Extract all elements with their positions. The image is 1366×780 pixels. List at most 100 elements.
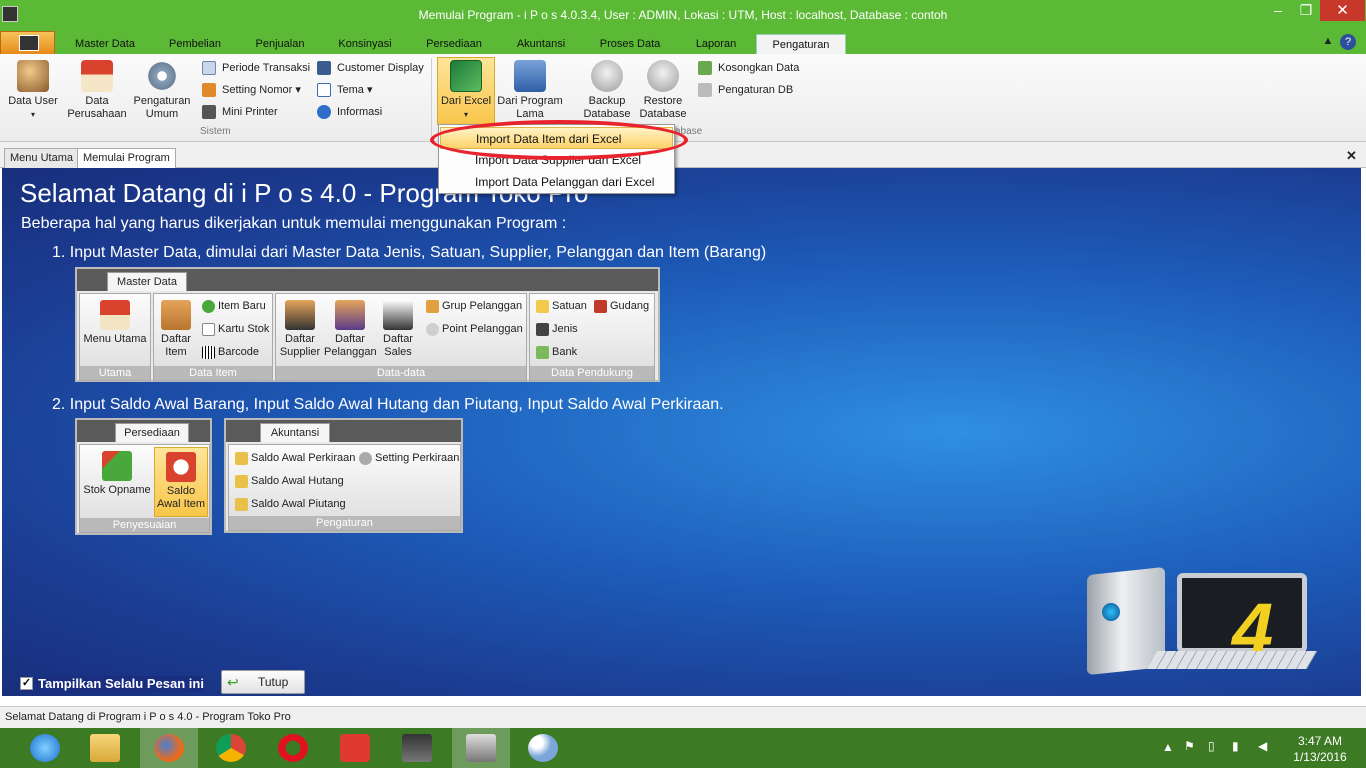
cash-register-icon	[514, 60, 546, 92]
panel-tab-persediaan: Persediaan	[115, 423, 189, 442]
database-settings-icon	[698, 83, 712, 97]
barcode-item: Barcode	[202, 344, 259, 360]
taskbar-ipos-button[interactable]	[452, 728, 510, 768]
unit-box-icon	[536, 300, 549, 313]
add-balance-icon	[235, 475, 248, 488]
daftar-item-item: Daftar Item	[156, 300, 196, 359]
saldo-awal-piutang-item: Saldo Awal Piutang	[235, 496, 346, 512]
tab-proses-data[interactable]: Proses Data	[590, 34, 670, 54]
tab-akuntansi[interactable]: Akuntansi	[506, 34, 576, 54]
clock-date: 1/13/2016	[1293, 750, 1347, 764]
taskbar-ie-button[interactable]	[16, 728, 74, 768]
restore-database-button[interactable]: Restore Database	[636, 60, 690, 121]
mini-printer-button[interactable]: Mini Printer	[202, 104, 278, 120]
dari-program-lama-button[interactable]: Dari Program Lama	[497, 60, 563, 121]
group-data-pendukung: Satuan Gudang Jenis Bank Data Pendukung	[529, 293, 655, 381]
group-label-data-item: Data Item	[154, 366, 272, 380]
ipos-logo-icon	[19, 35, 39, 51]
tab-penjualan[interactable]: Penjualan	[244, 34, 316, 54]
minimize-button[interactable]: –	[1264, 0, 1292, 21]
kartu-stok-item: Kartu Stok	[202, 321, 269, 337]
data-perusahaan-button[interactable]: Data Perusahaan	[66, 60, 128, 121]
backup-database-button[interactable]: Backup Database	[580, 60, 634, 121]
dari-excel-content: Dari Excel ▾	[438, 60, 494, 121]
akuntansi-preview: Akuntansi Saldo Awal Perkiraan Setting P…	[224, 418, 463, 533]
menu-item-import-data-pelanggan[interactable]: Import Data Pelanggan dari Excel	[440, 171, 673, 193]
add-balance-icon	[235, 498, 248, 511]
volume-icon[interactable]: ◀	[1258, 739, 1267, 779]
computer-illustration: 4	[1082, 563, 1318, 676]
media-player-icon	[402, 734, 432, 762]
home-icon	[100, 300, 130, 330]
tab-persediaan[interactable]: Persediaan	[414, 34, 494, 54]
taskbar-firefox-button[interactable]	[140, 728, 198, 768]
customer-display-button[interactable]: Customer Display	[317, 60, 424, 76]
setting-nomor-button[interactable]: Setting Nomor ▾	[202, 82, 301, 98]
collapse-ribbon-icon[interactable]: ▲	[1314, 31, 1342, 52]
first-aid-icon	[166, 452, 196, 482]
action-center-flag-icon[interactable]: ⚑	[1184, 739, 1195, 779]
taskbar-opera-button[interactable]	[264, 728, 322, 768]
printer-icon	[202, 105, 216, 119]
tab-pengaturan[interactable]: Pengaturan	[756, 34, 846, 54]
point-icon	[426, 323, 439, 336]
group-utama: Menu Utama Utama	[79, 293, 151, 381]
group-data-item: Daftar Item Item Baru Kartu Stok Barcode …	[153, 293, 273, 381]
paint-icon	[528, 734, 558, 762]
tab-pembelian[interactable]: Pembelian	[158, 34, 232, 54]
close-document-icon[interactable]: ✕	[1346, 148, 1357, 164]
doc-tab-memulai-program[interactable]: Memulai Program	[77, 148, 176, 168]
clock[interactable]: 3:47 AM 1/13/2016	[1280, 733, 1360, 765]
group-label-data-pendukung: Data Pendukung	[530, 366, 654, 380]
tab-master-data[interactable]: Master Data	[62, 34, 148, 54]
add-balance-icon	[235, 452, 248, 465]
taskbar-media-button[interactable]	[388, 728, 446, 768]
maximize-button[interactable]: ❐	[1292, 0, 1320, 21]
taskbar-explorer-button[interactable]	[76, 728, 134, 768]
sales-icon	[383, 300, 413, 330]
dari-excel-button[interactable]: Dari Excel ▾	[437, 57, 495, 125]
taskbar-paint-button[interactable]	[514, 728, 572, 768]
barcode-icon	[202, 346, 215, 359]
monitor-icon	[317, 61, 331, 75]
informasi-button[interactable]: Informasi	[317, 104, 382, 120]
data-user-button[interactable]: Data User ▾	[4, 60, 62, 121]
checkbox-check-icon: ✓	[20, 677, 33, 690]
category-icon	[536, 323, 549, 336]
window-title: Memulai Program - i P o s 4.0.3.4, User …	[418, 8, 948, 22]
pengaturan-umum-button[interactable]: Pengaturan Umum	[130, 60, 194, 121]
firefox-icon	[154, 734, 184, 762]
numbering-icon	[202, 83, 216, 97]
daftar-pelanggan-item: Daftar Pelanggan	[324, 300, 377, 359]
step-1-text: 1. Input Master Data, dimulai dari Maste…	[52, 244, 767, 261]
tab-konsinyasi[interactable]: Konsinyasi	[328, 34, 402, 54]
kosongkan-data-button[interactable]: Kosongkan Data	[698, 60, 799, 76]
item-baru-item: Item Baru	[202, 298, 266, 314]
intro-text: Beberapa hal yang harus dikerjakan untuk…	[21, 215, 567, 232]
taskbar-downloader-button[interactable]	[326, 728, 384, 768]
tutup-button[interactable]: ↩ Tutup	[221, 670, 305, 694]
show-hidden-icons[interactable]: ▲	[1162, 740, 1174, 780]
daftar-sales-item: Daftar Sales	[378, 300, 418, 359]
group-icon	[426, 300, 439, 313]
status-bar: Selamat Datang di Program i P o s 4.0 - …	[0, 706, 1366, 728]
show-message-checkbox[interactable]: ✓ Tampilkan Selalu Pesan ini	[20, 676, 204, 692]
tab-laporan[interactable]: Laporan	[684, 34, 748, 54]
periode-transaksi-button[interactable]: Periode Transaksi	[202, 60, 310, 76]
calendar-icon	[202, 61, 216, 75]
highlight-annotation-oval	[430, 120, 688, 160]
taskbar-chrome-button[interactable]	[202, 728, 260, 768]
setting-perkiraan-item: Setting Perkiraan	[359, 450, 459, 466]
pengaturan-db-button[interactable]: Pengaturan DB	[698, 82, 793, 98]
help-icon[interactable]: ?	[1340, 34, 1356, 50]
supplier-icon	[285, 300, 315, 330]
close-button[interactable]: ✕	[1320, 0, 1365, 21]
doc-tab-menu-utama[interactable]: Menu Utama	[4, 148, 79, 168]
battery-icon[interactable]: ▯	[1208, 739, 1215, 779]
bank-item: Bank	[536, 344, 577, 360]
tema-button[interactable]: Tema ▾	[317, 82, 372, 98]
application-menu-button[interactable]	[0, 31, 55, 54]
network-signal-icon[interactable]: ▮	[1232, 739, 1239, 779]
group-label-sistem: Sistem	[200, 126, 231, 137]
company-house-icon	[81, 60, 113, 92]
